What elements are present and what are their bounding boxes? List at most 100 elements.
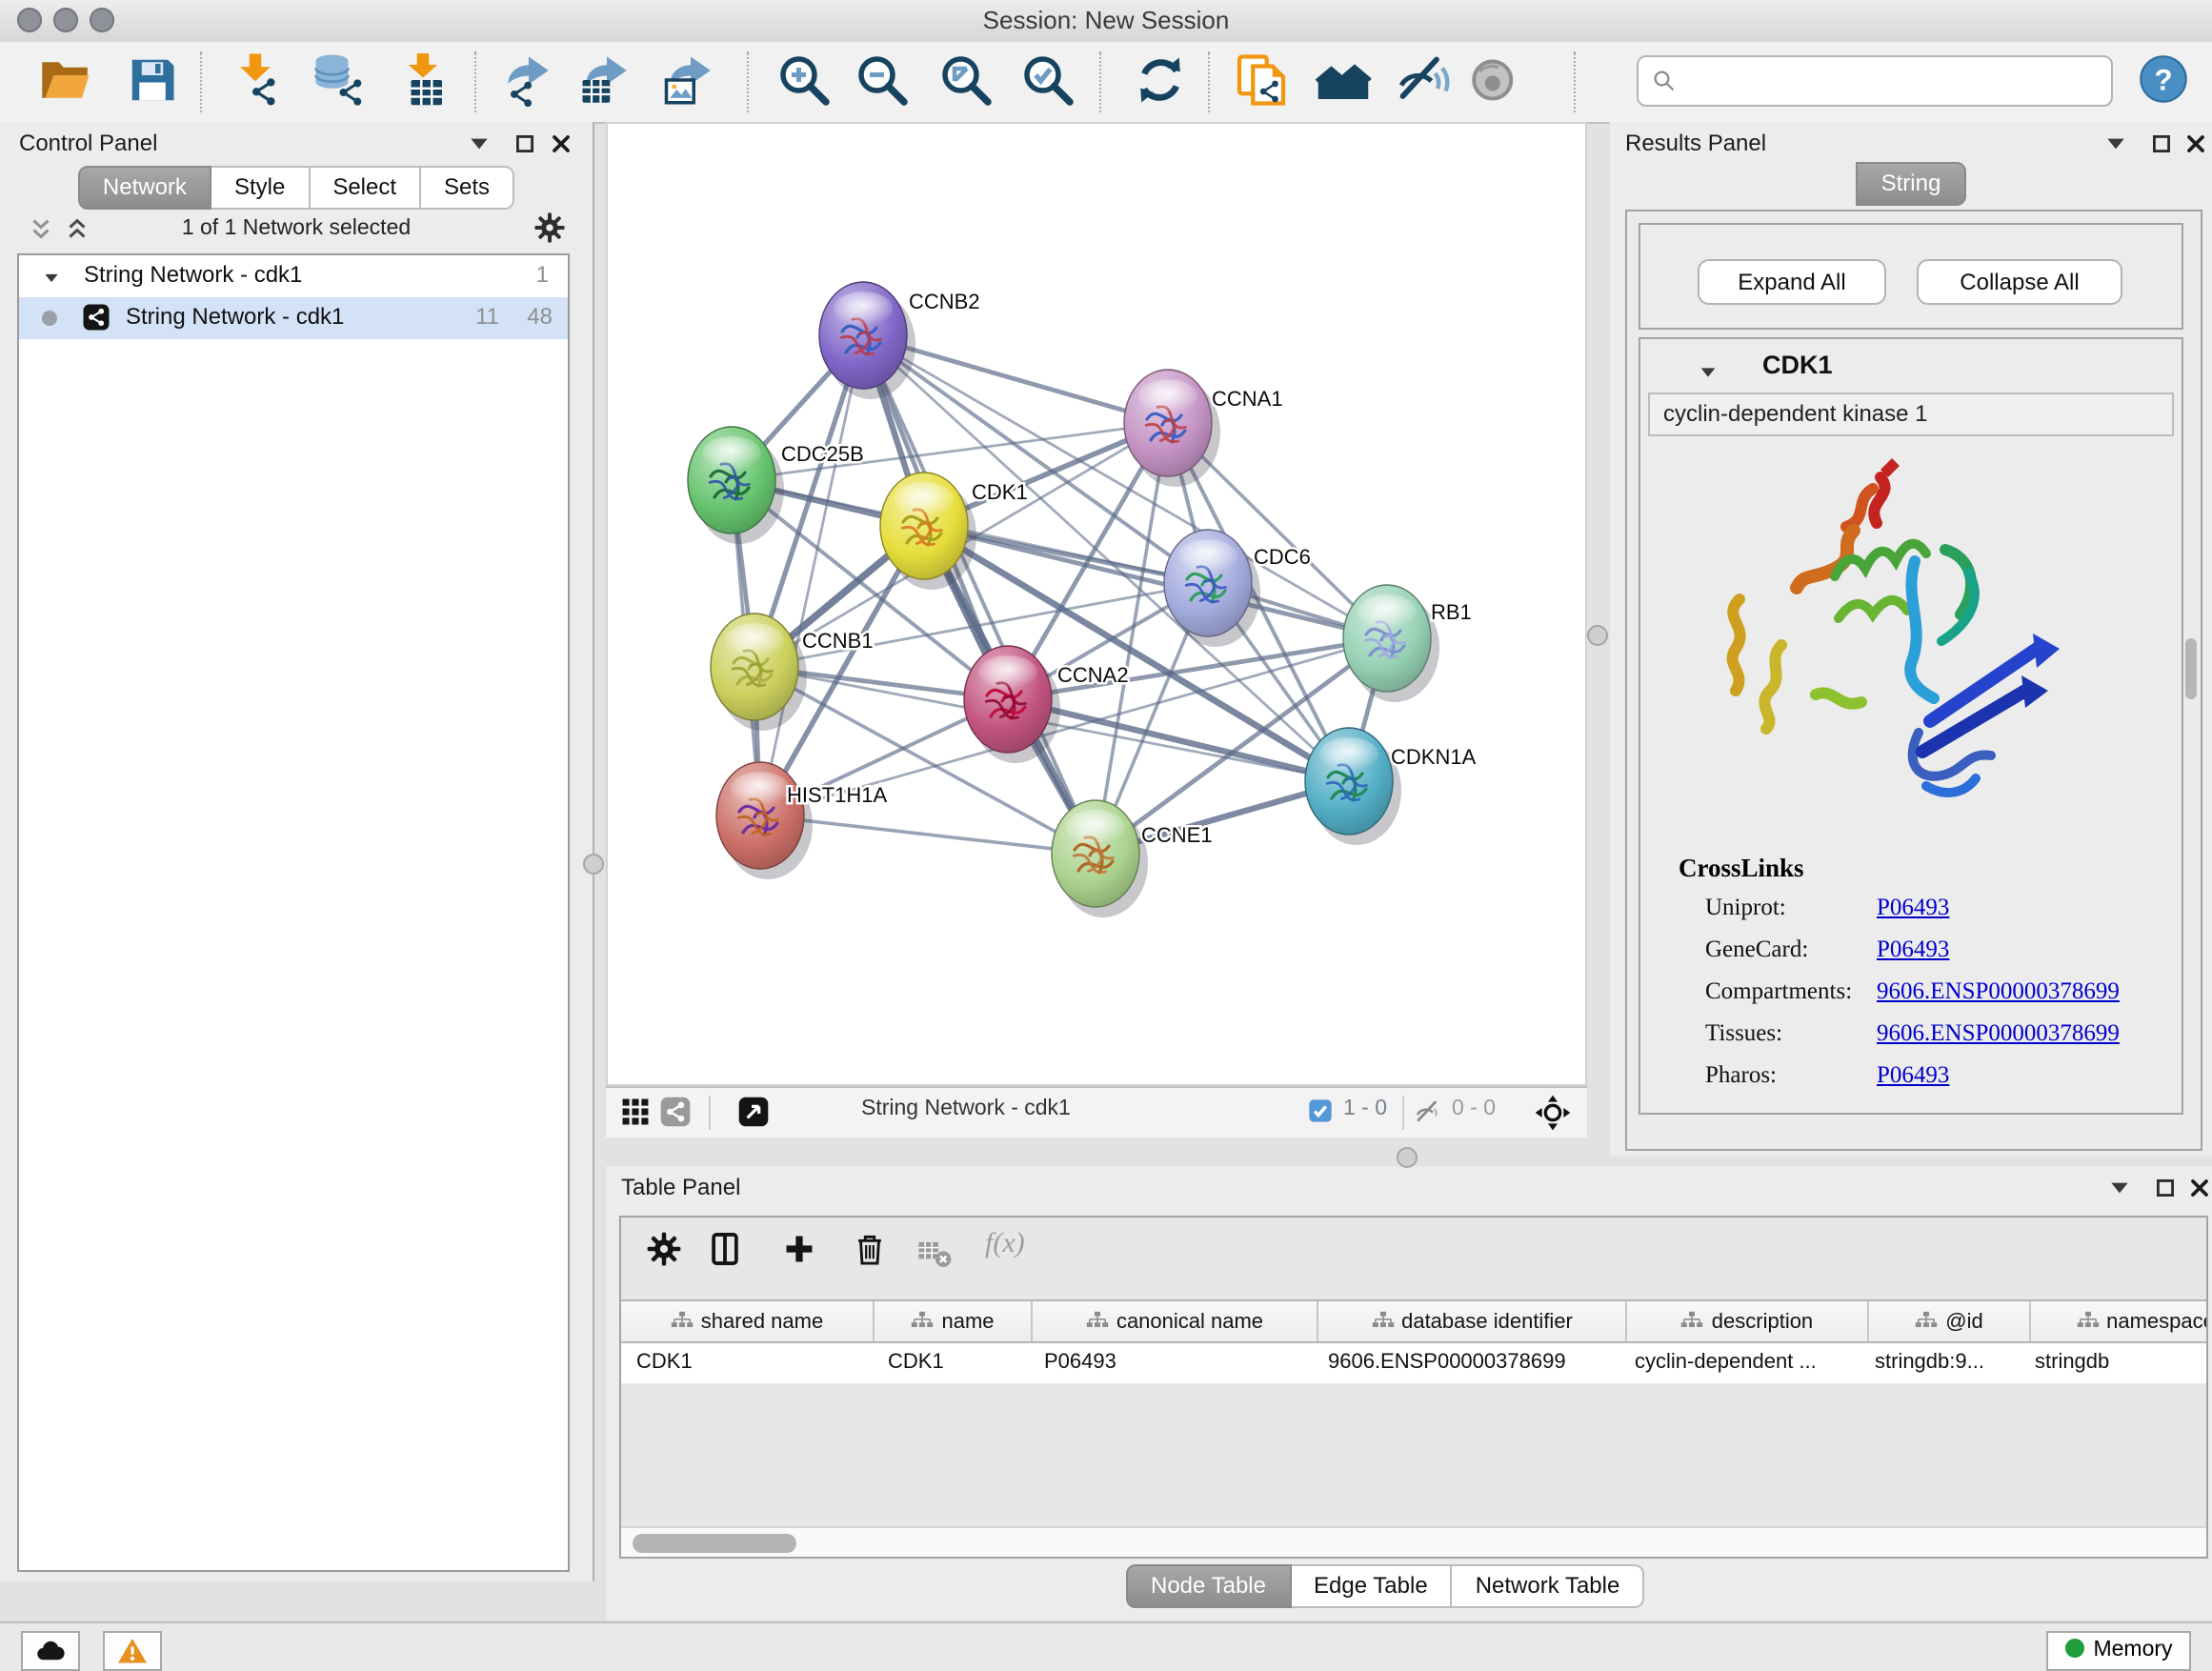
node-label-CCNE1: CCNE1 [1141, 823, 1213, 847]
open-session-icon[interactable] [36, 51, 93, 109]
table-hscrollbar-thumb[interactable] [633, 1533, 796, 1552]
node-label-CCNA2: CCNA2 [1057, 663, 1129, 687]
zoom-out-icon[interactable] [854, 51, 911, 109]
zoom-fit-icon[interactable] [937, 51, 995, 109]
expand-all-button[interactable]: Expand All [1698, 259, 1886, 305]
zoom-selected-icon[interactable] [1019, 51, 1076, 109]
delete-column-icon[interactable] [852, 1231, 888, 1267]
network-overview-icon[interactable] [659, 1096, 692, 1128]
crosslink-link[interactable]: P06493 [1877, 936, 1949, 977]
grid-view-icon[interactable] [619, 1096, 652, 1128]
network-options-gear-icon[interactable] [533, 211, 566, 244]
search-input[interactable] [1688, 61, 2103, 101]
node-CCNA2[interactable] [964, 646, 1060, 763]
tab-style[interactable]: Style [211, 166, 310, 210]
crosslink-link[interactable]: 9606.ENSP00000378699 [1877, 977, 2120, 1019]
hidden-items-icon[interactable] [1414, 1097, 1442, 1126]
column-header-database-identifier[interactable]: database identifier [1318, 1301, 1627, 1341]
node-RB1[interactable] [1343, 585, 1439, 702]
node-HIST1H1A[interactable] [716, 762, 813, 879]
panel-menu-icon[interactable] [467, 131, 492, 156]
panel-close-icon[interactable] [2187, 1176, 2212, 1200]
warnings-button[interactable] [103, 1631, 162, 1671]
node-CDC25B[interactable] [688, 427, 784, 544]
node-CDC6[interactable] [1164, 530, 1260, 647]
export-table-icon[interactable] [575, 51, 633, 109]
column-header-namespace[interactable]: namespace [2031, 1301, 2208, 1341]
detach-view-icon[interactable] [737, 1096, 770, 1128]
show-graphics-details-icon[interactable] [1465, 51, 1522, 109]
birds-eye-view-icon[interactable] [1534, 1094, 1572, 1132]
crosslink-link[interactable]: P06493 [1877, 894, 1949, 936]
panel-float-icon[interactable] [2153, 1176, 2178, 1200]
string-results-container: Expand All Collapse All CDK1 cyclin-depe… [1625, 210, 2202, 1151]
node-CCNE1[interactable] [1052, 800, 1148, 917]
import-network-from-database-icon[interactable] [311, 51, 368, 109]
panel-close-icon[interactable] [2183, 131, 2208, 156]
node-CCNB2[interactable] [819, 282, 915, 399]
column-header-shared-name[interactable]: shared name [621, 1301, 875, 1341]
panel-float-icon[interactable] [2149, 131, 2174, 156]
splitter-handle[interactable] [583, 854, 604, 875]
import-table-from-file-icon[interactable] [394, 51, 452, 109]
string-protein-query-icon[interactable] [1315, 51, 1372, 109]
help-button[interactable]: ? [2138, 53, 2189, 105]
tab-edge-table[interactable]: Edge Table [1291, 1564, 1453, 1608]
table-row[interactable]: CDK1CDK1P064939606.ENSP00000378699cyclin… [621, 1343, 2206, 1383]
string-network-icon [82, 303, 111, 332]
import-network-from-file-icon[interactable] [227, 51, 284, 109]
tab-node-table[interactable]: Node Table [1126, 1564, 1291, 1608]
table-cell[interactable]: stringdb [2020, 1343, 2208, 1383]
tab-select[interactable]: Select [310, 166, 421, 210]
panel-float-icon[interactable] [513, 131, 537, 156]
table-cell[interactable]: P06493 [1029, 1343, 1313, 1383]
cloud-status-button[interactable] [21, 1631, 80, 1671]
column-header-description[interactable]: description [1627, 1301, 1869, 1341]
table-cell[interactable]: 9606.ENSP00000378699 [1313, 1343, 1619, 1383]
panel-menu-icon[interactable] [2103, 131, 2128, 156]
panel-close-icon[interactable] [549, 131, 573, 156]
tab-string[interactable]: String [1857, 162, 1966, 206]
node-CDK1[interactable] [880, 473, 976, 590]
control-panel: Control Panel NetworkStyleSelectSets 1 o… [0, 122, 594, 1581]
hide-labels-icon[interactable] [1395, 51, 1452, 109]
column-header-@id[interactable]: @id [1869, 1301, 2031, 1341]
refresh-network-view-icon[interactable] [1132, 51, 1189, 109]
disclosure-triangle[interactable] [42, 267, 61, 286]
tab-sets[interactable]: Sets [421, 166, 514, 210]
tab-network[interactable]: Network [78, 166, 211, 210]
crosslink-link[interactable]: P06493 [1877, 1061, 1949, 1103]
zoom-in-icon[interactable] [775, 51, 833, 109]
selected-items-checkbox[interactable] [1307, 1097, 1334, 1124]
table-hscrollbar[interactable] [621, 1526, 2206, 1557]
network-row[interactable]: String Network - cdk1 11 48 [19, 297, 568, 339]
column-header-name[interactable]: name [875, 1301, 1033, 1341]
tab-network-table[interactable]: Network Table [1453, 1564, 1645, 1608]
table-cell[interactable]: CDK1 [621, 1343, 873, 1383]
node-CDKN1A[interactable] [1305, 728, 1401, 845]
crosslink-row: Pharos:P06493 [1705, 1061, 2170, 1103]
network-canvas[interactable]: CCNB2CCNA1CDC25BCDK1CDC6RB1CCNB1CCNA2CDK… [606, 122, 1587, 1086]
results-panel-tabs: String [1857, 162, 1966, 206]
collapse-all-button[interactable]: Collapse All [1917, 259, 2122, 305]
network-edges[interactable] [732, 335, 1387, 854]
network-collection-row[interactable]: String Network - cdk1 1 [19, 255, 568, 297]
table-options-gear-icon[interactable] [646, 1231, 682, 1267]
add-column-icon[interactable] [781, 1231, 817, 1267]
splitter-handle[interactable] [1587, 625, 1608, 646]
memory-button[interactable]: Memory [2046, 1631, 2191, 1671]
disclosure-triangle[interactable] [1698, 358, 1719, 379]
export-image-icon[interactable] [659, 51, 716, 109]
table-cell[interactable]: CDK1 [873, 1343, 1029, 1383]
splitter-handle[interactable] [1397, 1147, 1418, 1168]
export-network-icon[interactable] [497, 51, 554, 109]
panel-menu-icon[interactable] [2107, 1176, 2132, 1200]
show-columns-icon[interactable] [707, 1231, 743, 1267]
crosslink-link[interactable]: 9606.ENSP00000378699 [1877, 1019, 2120, 1061]
table-cell[interactable]: stringdb:9... [1860, 1343, 2020, 1383]
column-header-canonical-name[interactable]: canonical name [1033, 1301, 1318, 1341]
results-scrollbar-thumb[interactable] [2185, 638, 2197, 699]
save-session-icon[interactable] [124, 51, 181, 109]
clone-network-icon[interactable] [1233, 51, 1290, 109]
table-cell[interactable]: cyclin-dependent ... [1619, 1343, 1860, 1383]
